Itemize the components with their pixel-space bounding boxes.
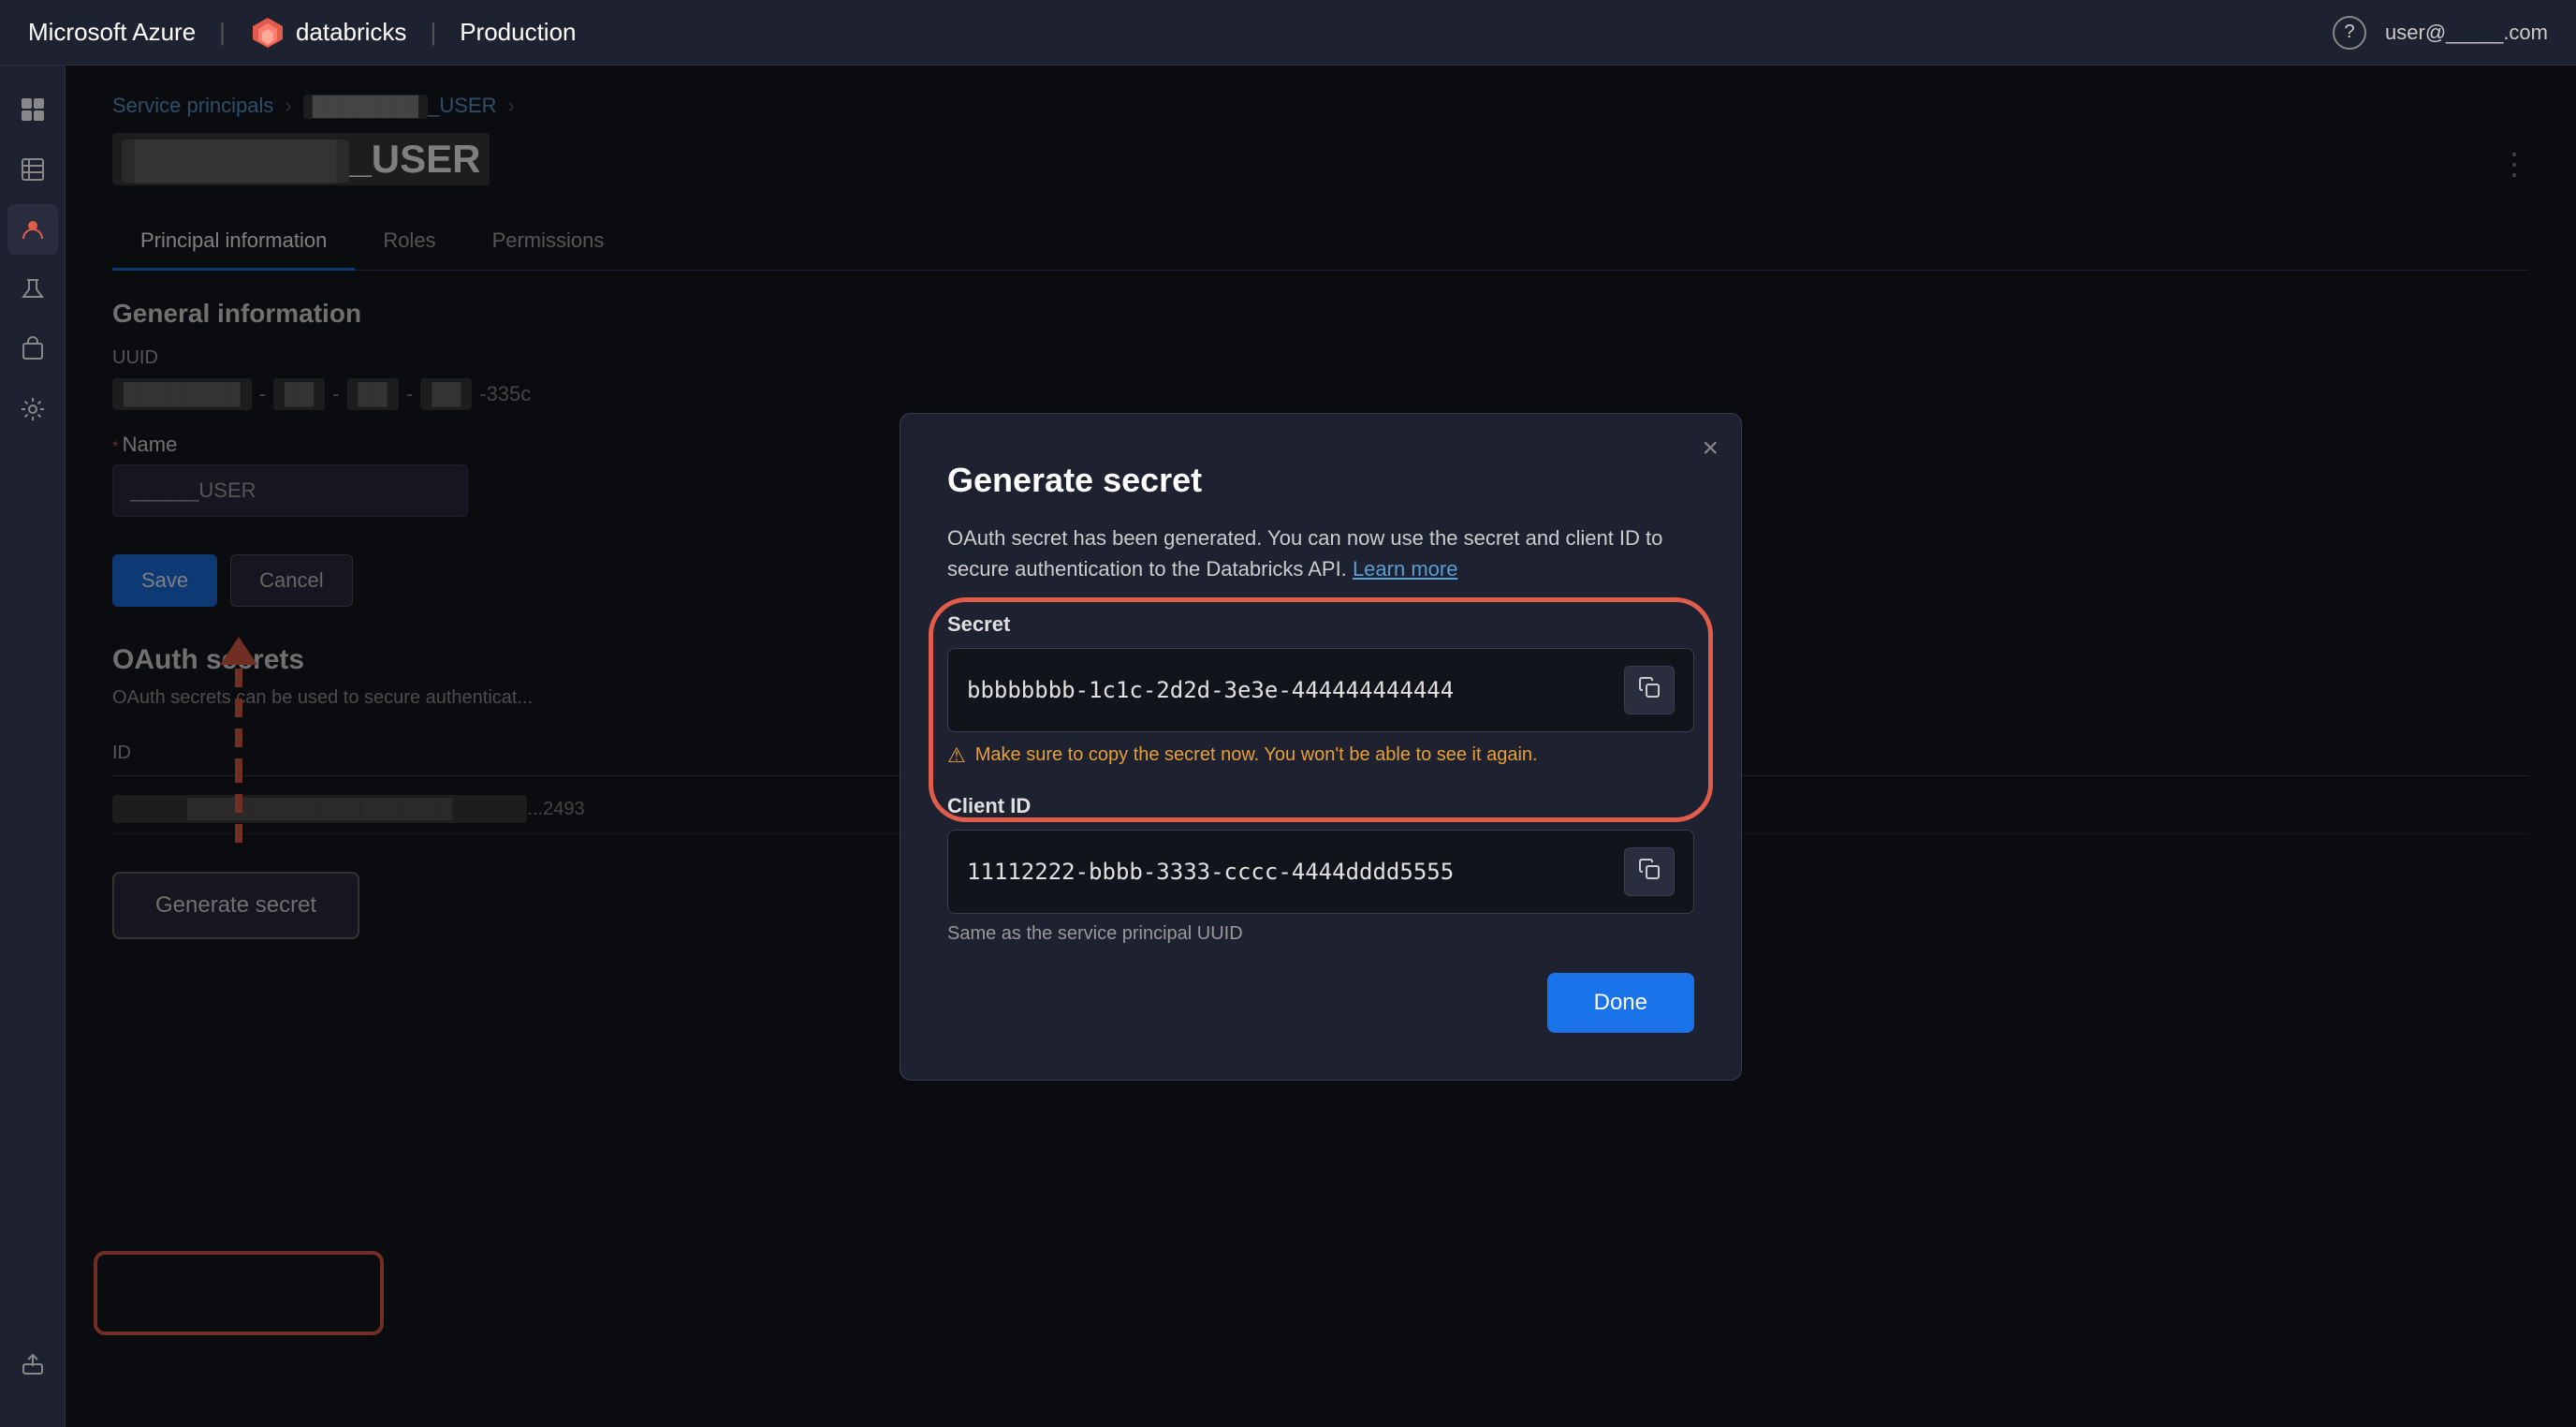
- learn-more-link[interactable]: Learn more: [1353, 557, 1458, 581]
- secret-value: bbbbbbbb-1c1c-2d2d-3e3e-444444444444: [967, 677, 1615, 703]
- nav-right: ? user@_____.com: [2333, 16, 2548, 50]
- nav-branding: Microsoft Azure | databricks | Productio…: [28, 14, 577, 51]
- databricks-text: databricks: [296, 18, 407, 47]
- sidebar-item-export[interactable]: [7, 1339, 58, 1390]
- sidebar-bottom: [7, 1339, 58, 1390]
- modal-close-button[interactable]: ×: [1702, 433, 1719, 464]
- databricks-logo: databricks: [249, 14, 407, 51]
- client-id-label: Client ID: [947, 794, 1694, 818]
- content-area: Service principals › ████████_USER › ███…: [66, 66, 2576, 1427]
- secret-field-section: Secret bbbbbbbb-1c1c-2d2d-3e3e-444444444…: [947, 612, 1694, 768]
- top-navigation: Microsoft Azure | databricks | Productio…: [0, 0, 2576, 66]
- modal-description: OAuth secret has been generated. You can…: [947, 522, 1694, 584]
- nav-divider: |: [219, 18, 226, 47]
- sidebar-item-experiments[interactable]: [7, 264, 58, 315]
- client-id-note: Same as the service principal UUID: [947, 923, 1694, 945]
- client-id-field-section: Client ID 11112222-bbbb-3333-cccc-4444dd…: [947, 794, 1694, 945]
- modal-title: Generate secret: [947, 461, 1694, 500]
- main-layout: Service principals › ████████_USER › ███…: [0, 66, 2576, 1427]
- warning-message: ⚠ Make sure to copy the secret now. You …: [947, 743, 1694, 768]
- generate-secret-modal: × Generate secret OAuth secret has been …: [900, 413, 1742, 1081]
- copy-secret-button[interactable]: [1624, 666, 1675, 714]
- secret-input-container: bbbbbbbb-1c1c-2d2d-3e3e-444444444444: [947, 648, 1694, 732]
- secret-label: Secret: [947, 612, 1694, 637]
- help-button[interactable]: ?: [2333, 16, 2366, 50]
- client-id-input-container: 11112222-bbbb-3333-cccc-4444dddd5555: [947, 830, 1694, 914]
- sidebar-item-settings[interactable]: [7, 384, 58, 434]
- client-id-value: 11112222-bbbb-3333-cccc-4444dddd5555: [967, 859, 1615, 885]
- sidebar-item-catalog[interactable]: [7, 144, 58, 195]
- warning-icon: ⚠: [947, 743, 966, 768]
- modal-overlay: × Generate secret OAuth secret has been …: [66, 66, 2576, 1427]
- user-email: user@_____.com: [2385, 21, 2548, 45]
- sidebar-item-dashboard[interactable]: [7, 84, 58, 135]
- sidebar-item-identity[interactable]: [7, 204, 58, 255]
- modal-footer: Done: [947, 973, 1694, 1033]
- azure-logo: Microsoft Azure: [28, 18, 196, 47]
- workspace-divider: |: [430, 18, 436, 47]
- sidebar-item-marketplace[interactable]: [7, 324, 58, 375]
- workspace-name: Production: [460, 18, 576, 47]
- done-button[interactable]: Done: [1547, 973, 1694, 1033]
- copy-client-id-button[interactable]: [1624, 847, 1675, 896]
- sidebar: [0, 66, 66, 1427]
